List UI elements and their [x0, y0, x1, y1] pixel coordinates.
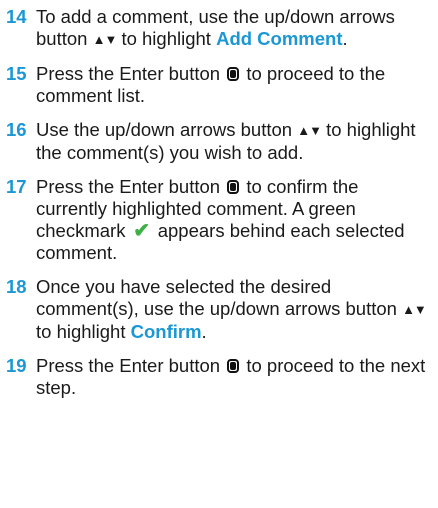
step-text: Press the Enter button to proceed to the…: [36, 355, 428, 399]
step-number: 14: [6, 6, 27, 27]
step-number: 15: [6, 63, 27, 84]
enter-button-icon: [227, 67, 240, 81]
step-text-segment: Press the Enter button: [36, 63, 226, 84]
step-text-segment: .: [201, 321, 207, 342]
step-text: Once you have selected the desired comme…: [36, 276, 428, 343]
step-text-segment: Use the up/down arrows button: [36, 119, 298, 140]
step-text-segment: Press the Enter button: [36, 355, 226, 376]
green-checkmark-icon: ✔: [133, 220, 150, 242]
up-down-arrows-icon: ▲▼: [297, 123, 322, 138]
step-14: 14 To add a comment, use the up/down arro…: [6, 6, 428, 51]
instruction-page: 14 To add a comment, use the up/down arro…: [0, 0, 438, 508]
highlighted-menu-item: Add Comment: [216, 28, 343, 49]
step-text: Use the up/down arrows button ▲▼ to high…: [36, 119, 428, 164]
step-text-segment: Once you have selected the desired comme…: [36, 276, 403, 319]
step-number: 18: [6, 276, 27, 297]
step-list: 14 To add a comment, use the up/down arro…: [6, 6, 428, 399]
step-number: 19: [6, 355, 27, 376]
highlighted-menu-item: Confirm: [130, 321, 202, 342]
step-15: 15 Press the Enter button to proceed to t…: [6, 63, 428, 107]
step-18: 18 Once you have selected the desired com…: [6, 276, 428, 343]
step-16: 16 Use the up/down arrows button ▲▼ to hi…: [6, 119, 428, 164]
step-text-segment: Press the Enter button: [36, 176, 226, 197]
step-number: 17: [6, 176, 27, 197]
enter-button-icon: [227, 359, 240, 373]
step-text: To add a comment, use the up/down arrows…: [36, 6, 428, 51]
step-19: 19 Press the Enter button to proceed to t…: [6, 355, 428, 399]
up-down-arrows-icon: ▲▼: [92, 32, 118, 47]
up-down-arrows-icon: ▲▼: [402, 302, 427, 317]
step-text: Press the Enter button to proceed to the…: [36, 63, 428, 107]
step-17: 17 Press the Enter button to confirm the …: [6, 176, 428, 264]
step-text: Press the Enter button to confirm the cu…: [36, 176, 428, 264]
enter-button-icon: [227, 180, 240, 194]
step-text-segment: .: [342, 28, 348, 49]
step-number: 16: [6, 119, 27, 140]
step-text-segment: to highlight: [116, 28, 217, 49]
step-text-segment: to highlight: [36, 321, 131, 342]
